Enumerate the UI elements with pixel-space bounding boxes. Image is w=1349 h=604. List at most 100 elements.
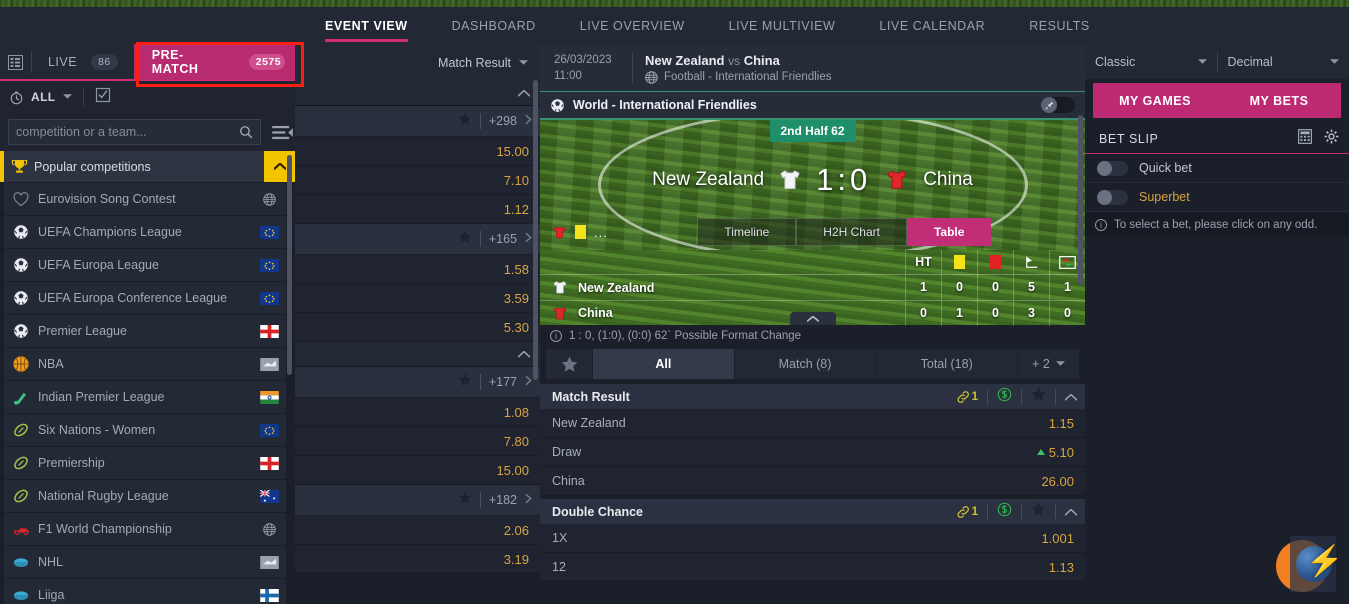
view-mode-select[interactable]: Classic [1085, 45, 1217, 79]
view-tab-timeline[interactable]: Timeline [697, 218, 797, 246]
sidebar-item-liiga[interactable]: Liiga [4, 579, 286, 604]
odds-cell[interactable]: 5.30 [295, 313, 540, 342]
favourite-star-button[interactable] [458, 491, 472, 509]
odds-event-row[interactable]: +182 [295, 485, 540, 516]
expand-markets-button[interactable] [525, 491, 532, 509]
scoreboard-pin-toggle[interactable] [1041, 97, 1075, 113]
market-cashout-button[interactable] [997, 387, 1012, 407]
selection-row[interactable]: 1X 1.001 [540, 524, 1085, 553]
group-collapse-button[interactable] [517, 84, 531, 102]
group-collapse-button[interactable] [517, 345, 531, 363]
topnav-tab-list: EVENT VIEW DASHBOARD LIVE OVERVIEW LIVE … [303, 7, 1112, 45]
odds-format-select[interactable]: Decimal [1218, 45, 1349, 79]
market-tab-total[interactable]: Total (18) [875, 349, 1018, 379]
betslip-toggle-quick-bet[interactable]: Quick bet [1085, 154, 1349, 183]
odds-cell[interactable]: 1.12 [295, 195, 540, 224]
odds-cell[interactable]: 7.10 [295, 166, 540, 195]
calculator-button[interactable] [1298, 128, 1312, 149]
market-cashout-button[interactable] [997, 502, 1012, 522]
odds-cell[interactable]: 2.06 [295, 516, 540, 545]
market-favourites-tab[interactable] [546, 349, 592, 379]
scoreboard-collapse-button[interactable] [789, 312, 836, 325]
odds-cell[interactable]: 15.00 [295, 137, 540, 166]
betslip-toggle-superbet[interactable]: Superbet [1085, 183, 1349, 212]
popular-competitions-header[interactable]: Popular competitions [0, 151, 295, 182]
expand-markets-button[interactable] [525, 112, 532, 130]
sidebar-item-national-rugby-league[interactable]: National Rugby League [4, 480, 286, 512]
view-tab-h2h-chart[interactable]: H2H Chart [796, 218, 907, 246]
market-link-count[interactable]: 1 [957, 506, 978, 518]
market-favourite-button[interactable] [1031, 387, 1046, 406]
tab-dashboard[interactable]: DASHBOARD [430, 7, 558, 45]
tab-my-bets[interactable]: MY BETS [1217, 83, 1341, 118]
odds-cell[interactable]: 1.08 [295, 398, 540, 427]
tab-my-games[interactable]: MY GAMES [1093, 83, 1217, 118]
yellow-card-icon [575, 225, 586, 239]
sidebar-item-nhl[interactable]: NHL [4, 546, 286, 578]
sidebar-item-eurovision-song-contest[interactable]: Eurovision Song Contest [4, 183, 286, 215]
grid-view-button[interactable] [0, 44, 31, 80]
favourite-star-button[interactable] [458, 373, 472, 391]
market-collapse-button[interactable] [1064, 388, 1078, 406]
odds-event-row[interactable]: +165 [295, 224, 540, 255]
select-all-checkbox[interactable] [95, 87, 111, 108]
selection-row[interactable]: China 26.00 [540, 467, 1085, 496]
tab-live-multiview[interactable]: LIVE MULTIVIEW [707, 7, 858, 45]
center-scrollbar[interactable] [1078, 115, 1083, 285]
odds-column-scrollbar[interactable] [533, 80, 538, 380]
odds-cell[interactable]: 7.80 [295, 427, 540, 456]
odds-cell[interactable]: 3.59 [295, 284, 540, 313]
sidebar-item-premiership[interactable]: Premiership [4, 447, 286, 479]
odds-column-market-selector[interactable]: Match Result [295, 45, 540, 81]
search-box[interactable] [8, 119, 261, 145]
view-tab-table[interactable]: Table [906, 218, 992, 246]
selection-row[interactable]: 12 1.13 [540, 553, 1085, 582]
market-tab-all[interactable]: All [592, 349, 734, 379]
favourite-star-button[interactable] [458, 230, 472, 248]
market-tab-more[interactable]: + 2 [1017, 349, 1080, 379]
mode-tab-prematch[interactable]: PRE-MATCH 2575 [133, 44, 303, 80]
sidebar-item-nba[interactable]: NBA [4, 348, 286, 380]
sidebar-item-premier-league[interactable]: Premier League [4, 315, 286, 347]
expand-markets-button[interactable] [525, 373, 532, 391]
tab-results[interactable]: RESULTS [1007, 7, 1112, 45]
odds-cell[interactable]: 15.00 [295, 456, 540, 485]
selection-row[interactable]: Draw 5.10 [540, 438, 1085, 467]
market-link-count[interactable]: 1 [957, 391, 978, 403]
selection-row[interactable]: New Zealand 1.15 [540, 409, 1085, 438]
odds-cell[interactable]: 1.58 [295, 255, 540, 284]
odds-group-header[interactable] [295, 81, 540, 106]
sidebar-item-indian-premier-league[interactable]: Indian Premier League [4, 381, 286, 413]
sidebar-scrollbar[interactable] [287, 155, 292, 375]
expand-markets-button[interactable] [525, 230, 532, 248]
toggle-switch[interactable] [1097, 189, 1128, 205]
odds-group-header[interactable] [295, 342, 540, 367]
betslip-settings-button[interactable] [1324, 129, 1339, 149]
top-navigation: EVENT VIEW DASHBOARD LIVE OVERVIEW LIVE … [0, 7, 1349, 45]
odds-event-row[interactable]: +177 [295, 367, 540, 398]
mode-tab-live[interactable]: LIVE 86 [32, 44, 134, 80]
market-favourite-button[interactable] [1031, 502, 1046, 521]
sidebar-item-six-nations-women[interactable]: Six Nations - Women [4, 414, 286, 446]
tab-live-overview[interactable]: LIVE OVERVIEW [558, 7, 707, 45]
panel-collapse-button[interactable] [269, 125, 295, 140]
tab-event-view[interactable]: EVENT VIEW [303, 7, 430, 45]
search-icon[interactable] [239, 125, 253, 139]
market-tab-match[interactable]: Match (8) [733, 349, 876, 379]
sidebar-item-uefa-champions-league[interactable]: UEFA Champions League [4, 216, 286, 248]
sidebar-item-uefa-europa-conference-league[interactable]: UEFA Europa Conference League [4, 282, 286, 314]
toggle-switch[interactable] [1097, 160, 1128, 176]
market-header[interactable]: Match Result 1 [540, 384, 1085, 409]
odds-cell[interactable]: 3.19 [295, 545, 540, 574]
sidebar-item-f1-world-championship[interactable]: F1 World Championship [4, 513, 286, 545]
floating-widget-button[interactable]: ⚡ [1276, 536, 1343, 596]
favourite-star-button[interactable] [458, 112, 472, 130]
search-input[interactable] [16, 125, 239, 139]
tab-live-calendar[interactable]: LIVE CALENDAR [857, 7, 1007, 45]
odds-event-row[interactable]: +298 [295, 106, 540, 137]
market-collapse-button[interactable] [1064, 503, 1078, 521]
market-header[interactable]: Double Chance 1 [540, 499, 1085, 524]
time-filter-dropdown[interactable]: ALL [9, 90, 72, 105]
sidebar-item-uefa-europa-league[interactable]: UEFA Europa League [4, 249, 286, 281]
view-tab-h2h-chart-label: H2H Chart [823, 225, 880, 239]
